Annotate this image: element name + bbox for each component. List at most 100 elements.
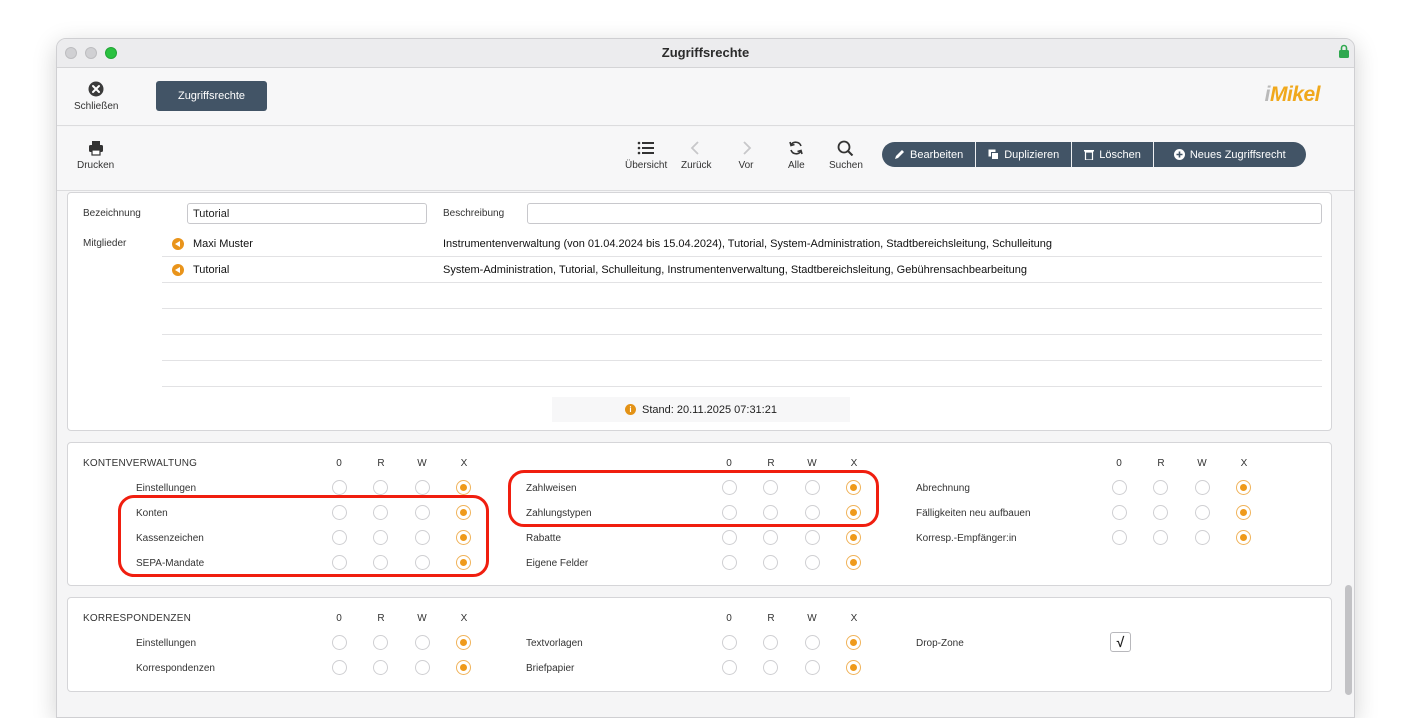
radio-w[interactable]: [805, 660, 820, 675]
radio-r[interactable]: [763, 660, 778, 675]
search-button[interactable]: Suchen: [829, 140, 863, 171]
radio-w[interactable]: [805, 530, 820, 545]
radio-r[interactable]: [763, 530, 778, 545]
expand-icon[interactable]: [172, 238, 184, 250]
radio-r[interactable]: [763, 480, 778, 495]
radio-w[interactable]: [805, 555, 820, 570]
header-x: X: [850, 613, 858, 624]
member-roles: System-Administration, Tutorial, Schulle…: [443, 264, 1027, 276]
radio-0[interactable]: [1112, 480, 1127, 495]
radio-r[interactable]: [763, 635, 778, 650]
overview-button[interactable]: Übersicht: [625, 140, 667, 171]
radio-0[interactable]: [722, 505, 737, 520]
header-x: X: [460, 613, 468, 624]
close-circle-icon: [88, 81, 104, 97]
radio-0[interactable]: [1112, 530, 1127, 545]
radio-0[interactable]: [332, 530, 347, 545]
radio-w[interactable]: [415, 530, 430, 545]
radio-0[interactable]: [722, 530, 737, 545]
radio-0[interactable]: [722, 660, 737, 675]
radio-r[interactable]: [1153, 480, 1168, 495]
radio-r[interactable]: [373, 555, 388, 570]
radio-w[interactable]: [805, 480, 820, 495]
radio-r[interactable]: [373, 660, 388, 675]
details-panel: Bezeichnung Tutorial Beschreibung Mitgli…: [67, 192, 1332, 431]
new-right-button[interactable]: Neues Zugriffsrecht: [1153, 142, 1306, 167]
radio-w[interactable]: [415, 480, 430, 495]
radio-w[interactable]: [415, 555, 430, 570]
radio-x[interactable]: [846, 530, 861, 545]
radio-0[interactable]: [332, 505, 347, 520]
radio-w[interactable]: [805, 505, 820, 520]
radio-0[interactable]: [332, 660, 347, 675]
all-button[interactable]: Alle: [788, 140, 805, 171]
section-title: KONTENVERWALTUNG: [83, 458, 198, 469]
dropzone-checkbox[interactable]: √: [1110, 632, 1131, 652]
radio-x[interactable]: [846, 635, 861, 650]
radio-r[interactable]: [373, 530, 388, 545]
radio-x[interactable]: [456, 530, 471, 545]
radio-x[interactable]: [456, 505, 471, 520]
radio-x[interactable]: [846, 555, 861, 570]
description-input[interactable]: [527, 203, 1322, 224]
close-button[interactable]: Schließen: [74, 81, 118, 112]
delete-button[interactable]: Löschen: [1072, 142, 1154, 167]
radio-x[interactable]: [846, 480, 861, 495]
radio-0[interactable]: [332, 480, 347, 495]
right-label: Abrechnung: [916, 483, 970, 494]
radio-x[interactable]: [846, 505, 861, 520]
print-button[interactable]: Drucken: [77, 140, 114, 171]
radio-x[interactable]: [456, 480, 471, 495]
duplicate-button[interactable]: Duplizieren: [976, 142, 1073, 167]
header-r: R: [377, 613, 385, 624]
radio-x[interactable]: [1236, 480, 1251, 495]
name-input[interactable]: Tutorial: [187, 203, 427, 224]
radio-0[interactable]: [722, 635, 737, 650]
right-label: Kassenzeichen: [136, 533, 204, 544]
scrollbar[interactable]: [1345, 585, 1352, 695]
action-toolbar: Drucken Übersicht Zurück Vor Alle Suchen…: [57, 127, 1354, 191]
radio-r[interactable]: [373, 635, 388, 650]
radio-x[interactable]: [456, 635, 471, 650]
back-button[interactable]: Zurück: [681, 140, 712, 171]
korrespondenzen-panel: KORRESPONDENZEN 0 R W X 0 R W X Einstell…: [67, 597, 1332, 692]
radio-w[interactable]: [1195, 505, 1210, 520]
radio-w[interactable]: [805, 635, 820, 650]
delete-label: Löschen: [1099, 148, 1141, 161]
radio-x[interactable]: [846, 660, 861, 675]
expand-icon[interactable]: [172, 264, 184, 276]
list-icon: [637, 141, 655, 155]
radio-x[interactable]: [456, 660, 471, 675]
radio-w[interactable]: [415, 635, 430, 650]
right-label: Einstellungen: [136, 483, 197, 494]
search-icon: [838, 140, 854, 156]
radio-0[interactable]: [722, 480, 737, 495]
radio-r[interactable]: [1153, 505, 1168, 520]
radio-r[interactable]: [1153, 530, 1168, 545]
forward-button[interactable]: Vor: [738, 140, 754, 171]
app-window: Zugriffsrechte Schließen Zugriffsrechte …: [56, 38, 1355, 718]
header-0: 0: [1116, 458, 1122, 469]
edit-button[interactable]: Bearbeiten: [882, 142, 977, 167]
radio-r[interactable]: [763, 505, 778, 520]
radio-x[interactable]: [456, 555, 471, 570]
radio-x[interactable]: [1236, 530, 1251, 545]
stand-text: Stand: 20.11.2025 07:31:21: [642, 403, 777, 416]
radio-0[interactable]: [332, 555, 347, 570]
radio-r[interactable]: [373, 505, 388, 520]
radio-w[interactable]: [1195, 530, 1210, 545]
radio-r[interactable]: [373, 480, 388, 495]
radio-x[interactable]: [1236, 505, 1251, 520]
plus-circle-icon: [1173, 149, 1185, 160]
radio-r[interactable]: [763, 555, 778, 570]
pencil-icon: [895, 150, 904, 159]
header-r: R: [377, 458, 385, 469]
radio-0[interactable]: [1112, 505, 1127, 520]
radio-0[interactable]: [332, 635, 347, 650]
tab-zugriffsrechte[interactable]: Zugriffsrechte: [156, 81, 267, 111]
kontenverwaltung-panel: KONTENVERWALTUNG 0 R W X 0 R W X 0 R W X…: [67, 442, 1332, 586]
radio-w[interactable]: [415, 660, 430, 675]
radio-w[interactable]: [415, 505, 430, 520]
radio-0[interactable]: [722, 555, 737, 570]
radio-w[interactable]: [1195, 480, 1210, 495]
